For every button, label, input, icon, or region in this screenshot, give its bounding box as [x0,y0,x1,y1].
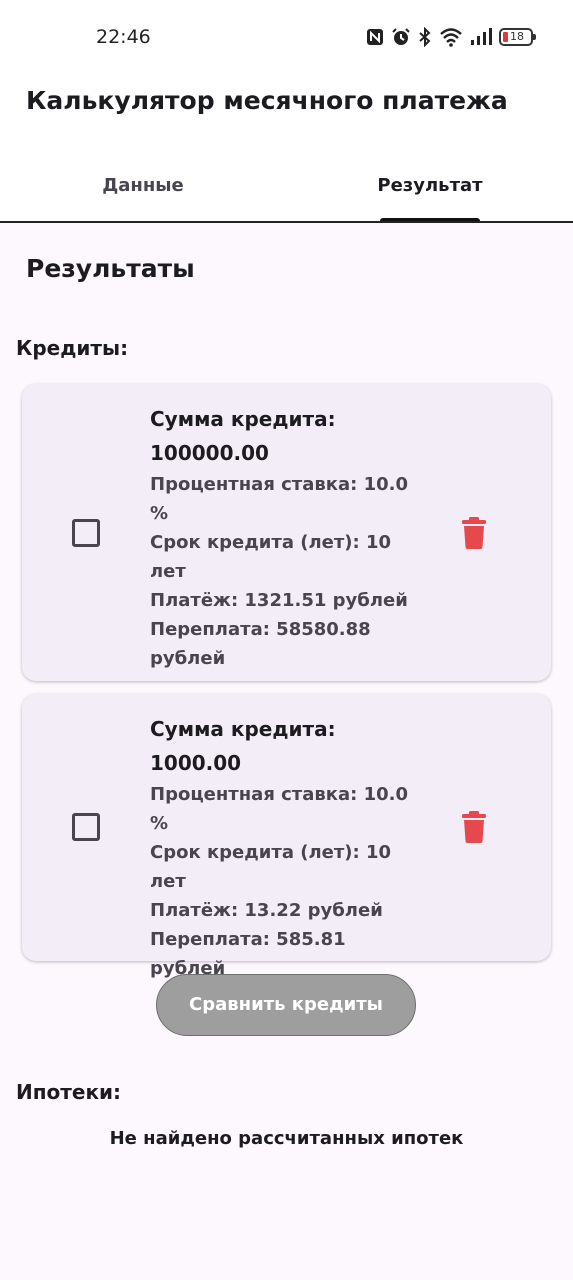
battery-fill [503,32,508,42]
status-time: 22:46 [96,26,151,48]
credit-rate: Процентная ставка: 10.0 % [150,784,409,834]
credits-label: Кредиты: [16,336,129,360]
credit-payment: Платёж: 13.22 рублей [150,900,383,921]
credit-term: Срок кредита (лет): 10 лет [150,842,392,892]
mortgages-label: Ипотеки: [16,1080,122,1104]
top-bar: 22:46 18 Калькулятор месячного платежа Д… [0,0,573,223]
status-icons: 18 [366,26,536,48]
battery-cap [533,34,536,40]
credit-info: Сумма кредита: 100000.00 Процентная став… [150,402,418,673]
credit-payment: Платёж: 1321.51 рублей [150,590,408,611]
tab-bar: Данные Результат [0,150,573,222]
credit-info: Сумма кредита: 1000.00 Процентная ставка… [150,712,418,983]
battery-icon: 18 [499,28,536,46]
bluetooth-icon [419,27,431,47]
credit-rate: Процентная ставка: 10.0 % [150,474,409,524]
credit-overpayment: Переплата: 58580.88 рублей [150,619,371,669]
mortgages-empty-message: Не найдено рассчитанных ипотек [109,1128,464,1149]
credit-select-checkbox[interactable] [72,519,100,547]
credit-amount-label: Сумма кредита: [150,717,336,741]
battery-level: 18 [510,30,524,43]
results-title: Результаты [26,254,195,283]
tabs-divider [0,221,573,223]
nfc-icon [367,29,383,45]
credit-term: Срок кредита (лет): 10 лет [150,532,392,582]
delete-icon[interactable] [460,810,488,844]
app-title: Калькулятор месячного платежа [26,86,508,115]
wifi-icon [440,28,462,47]
tab-result[interactable]: Результат [287,150,573,222]
signal-icon [471,28,492,45]
credit-card: Сумма кредита: 100000.00 Процентная став… [22,384,551,681]
credit-select-checkbox[interactable] [72,813,100,841]
credit-card: Сумма кредита: 1000.00 Процентная ставка… [22,694,551,979]
credit-amount-label: Сумма кредита: [150,407,336,431]
credit-amount: 1000.00 [150,751,242,775]
alarm-icon [392,28,410,45]
tab-data[interactable]: Данные [0,150,286,222]
credit-amount: 100000.00 [150,441,269,465]
status-bar: 22:46 18 [0,0,573,74]
compare-credits-button[interactable]: Сравнить кредиты [156,974,416,1036]
delete-icon[interactable] [460,516,488,550]
